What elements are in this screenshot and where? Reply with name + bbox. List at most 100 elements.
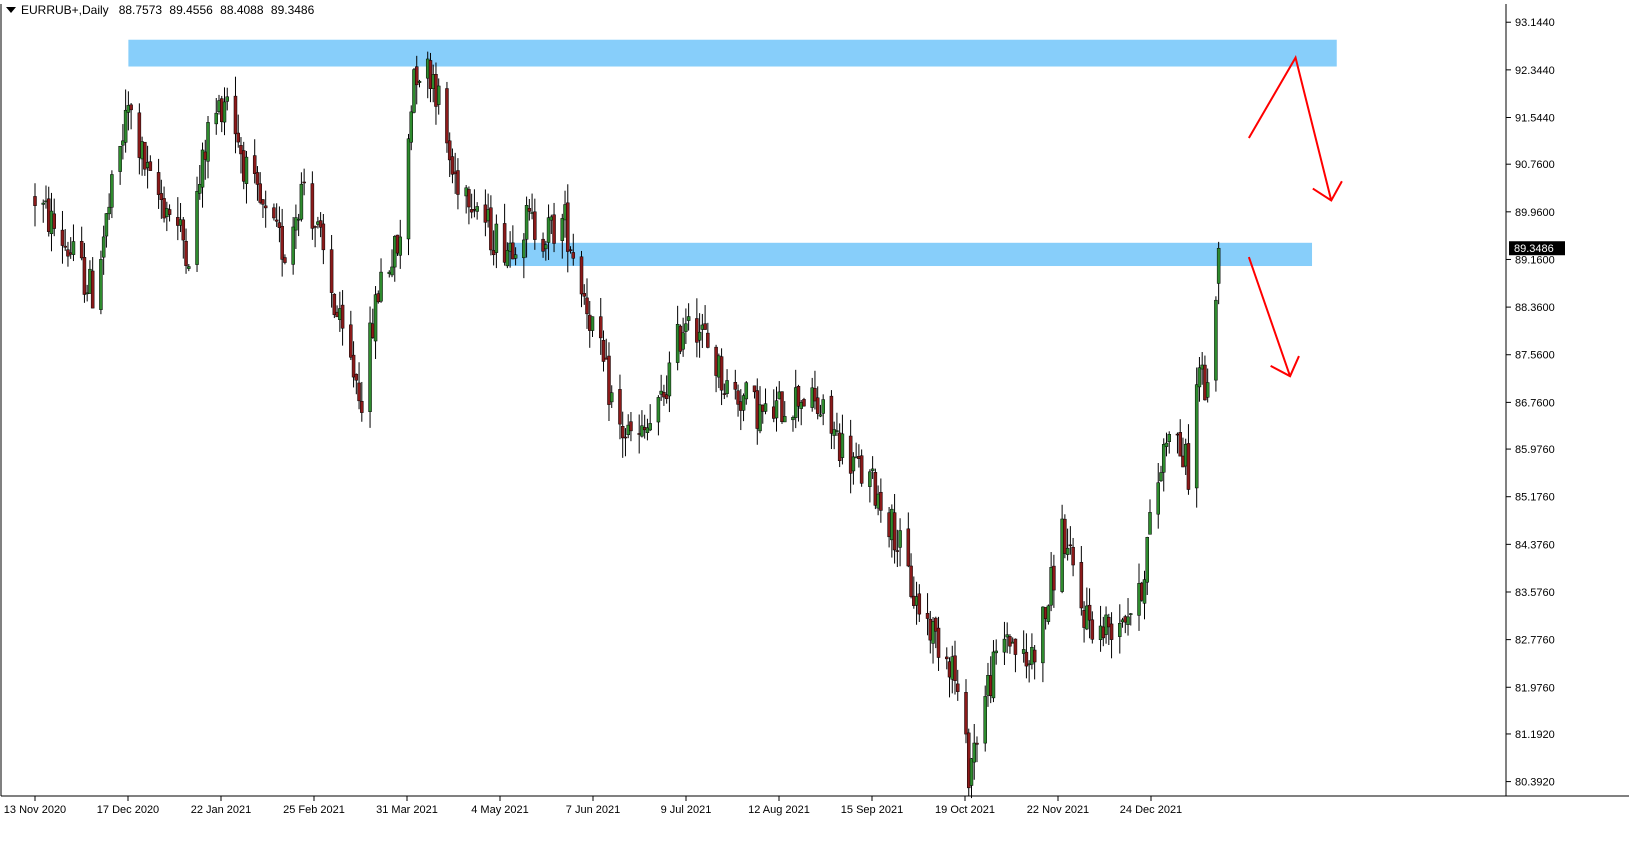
candle-body: [1002, 638, 1007, 653]
candle-body: [222, 101, 227, 123]
arrow-line-2: [1247, 256, 1292, 377]
candle-body: [280, 225, 284, 260]
y-tick-label: 81.9760: [1515, 682, 1555, 694]
candle-body: [450, 156, 455, 175]
candle-body: [101, 236, 106, 258]
candle-body: [1008, 636, 1012, 647]
candle-body: [1159, 472, 1163, 482]
x-tick-label: 25 Feb 2021: [283, 804, 345, 816]
candle-body: [859, 455, 864, 484]
symbol-timeframe: EURRUB+,Daily: [21, 3, 109, 17]
candle-body: [892, 512, 897, 551]
candle-body: [983, 696, 987, 744]
candle-body: [354, 373, 359, 381]
candle-body: [79, 241, 84, 259]
candle-body: [233, 95, 238, 135]
candle-body: [1205, 382, 1210, 398]
candle-body: [1194, 384, 1199, 489]
candle-body: [409, 111, 413, 143]
candle-body: [879, 491, 883, 511]
candle-body: [291, 226, 295, 265]
candle-body: [329, 249, 334, 293]
candle-body: [310, 183, 315, 229]
candle-body: [618, 389, 622, 425]
candle-body: [349, 324, 353, 358]
candle-body: [71, 241, 76, 255]
candle-body: [225, 96, 229, 102]
candle-body: [782, 416, 787, 423]
y-tick-label: 82.7760: [1515, 635, 1555, 647]
candle-body: [925, 613, 930, 619]
chart-area[interactable]: 93.1440 92.3440 91.5440 90.7600 89.9600 89.16…: [0, 0, 1629, 850]
candle-body: [744, 382, 749, 400]
x-tick-label: 13 Nov 2020: [4, 804, 66, 816]
candlestick-chart[interactable]: 93.1440 92.3440 91.5440 90.7600 89.9600 89.16…: [0, 0, 1629, 850]
candle-body: [917, 593, 922, 615]
candle-body: [579, 256, 584, 295]
candle-body: [909, 565, 913, 597]
candle-body: [110, 174, 114, 208]
candle-body: [299, 183, 304, 220]
candle-body: [686, 316, 691, 321]
x-tick-label: 4 May 2021: [471, 804, 528, 816]
candle-body: [261, 199, 265, 205]
x-tick-label: 22 Jan 2021: [191, 804, 252, 816]
candle-body: [283, 257, 287, 263]
candle-body: [1145, 537, 1150, 583]
candle-body: [1178, 432, 1182, 457]
candle-body: [1129, 613, 1133, 615]
candle-body: [681, 332, 685, 350]
candle-body: [195, 191, 199, 265]
ohlc-high: 89.4556: [169, 3, 213, 17]
candle-body: [332, 293, 337, 315]
candle-body: [1032, 649, 1037, 663]
candle-body: [571, 252, 576, 259]
candle-body: [527, 208, 532, 212]
arrow-line-1: [1248, 54, 1333, 201]
candle-body: [1164, 442, 1169, 447]
candle-body: [802, 399, 806, 407]
candle-body: [148, 161, 153, 171]
candle-body: [313, 226, 317, 228]
candle-body: [533, 211, 537, 240]
candle-body: [494, 223, 499, 253]
candle-body: [1065, 547, 1070, 555]
dropdown-triangle-icon[interactable]: [6, 7, 16, 13]
candle-body: [167, 209, 172, 215]
candle-body: [552, 214, 556, 244]
y-tick-label: 81.1920: [1515, 729, 1555, 741]
candle-body: [505, 250, 510, 267]
candle-body: [129, 104, 133, 111]
candle-body: [697, 331, 702, 341]
y-tick-label: 89.1600: [1515, 254, 1555, 266]
candle-body: [1214, 299, 1218, 381]
candle-body: [236, 132, 240, 143]
chart-header: EURRUB+,Daily 88.7573 89.4556 88.4088 89…: [6, 3, 318, 17]
candle-body: [898, 530, 902, 548]
y-tick-label: 91.5440: [1515, 113, 1555, 125]
candle-body: [244, 156, 249, 184]
candle-body: [623, 436, 628, 439]
candle-body: [840, 433, 845, 458]
y-tick-label: 83.5760: [1515, 587, 1555, 599]
candle-body: [1156, 482, 1160, 515]
candle-body: [187, 266, 191, 269]
candle-body: [123, 109, 128, 143]
y-tick-label: 90.7600: [1515, 159, 1555, 171]
candle-body: [568, 249, 573, 251]
candle-body: [1197, 367, 1202, 388]
candle-body: [321, 223, 326, 251]
candle-body: [667, 362, 672, 397]
candle-body: [1052, 565, 1056, 591]
candle-body: [1109, 623, 1114, 640]
x-tick-label: 9 Jul 2021: [661, 804, 712, 816]
x-tick-label: 24 Dec 2021: [1120, 804, 1182, 816]
candle-body: [684, 323, 688, 332]
candle-body: [1118, 622, 1122, 637]
candle-body: [522, 239, 526, 259]
candle-body: [156, 172, 161, 195]
candle-body: [1090, 619, 1095, 640]
candle-body: [870, 468, 875, 471]
candle-body: [255, 172, 260, 185]
candle-body: [969, 758, 974, 786]
